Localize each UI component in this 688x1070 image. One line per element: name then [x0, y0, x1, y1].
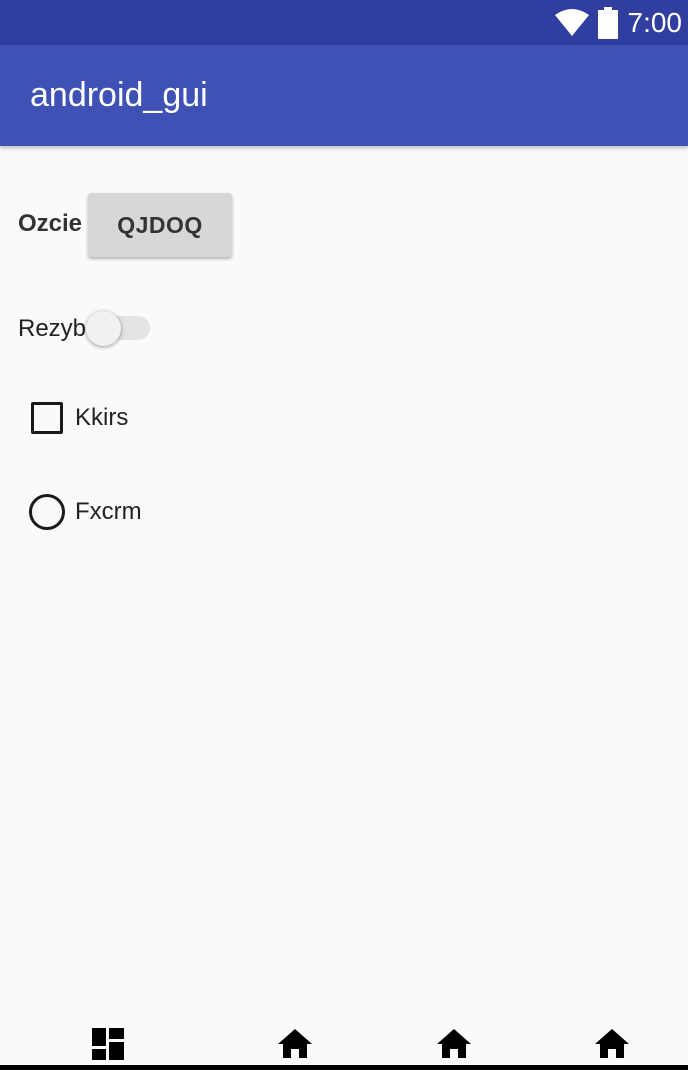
bottom-navigation — [0, 1010, 688, 1070]
ozcie-label: Ozcie — [18, 210, 83, 237]
status-icons: 7:00 — [554, 6, 683, 40]
fxcrm-radio[interactable] — [29, 494, 65, 530]
kkirs-checkbox[interactable] — [31, 402, 63, 434]
navigation-bar-divider — [0, 1065, 688, 1070]
qjdoq-button[interactable]: QJDOQ — [88, 193, 232, 257]
home-icon[interactable] — [594, 1028, 630, 1065]
fxcrm-label[interactable]: Fxcrm — [75, 497, 142, 527]
app-title: android_gui — [30, 76, 208, 114]
app-bar: android_gui — [0, 45, 688, 146]
home-icon[interactable] — [436, 1028, 472, 1065]
battery-icon — [597, 7, 618, 39]
rezyb-label: Rezyb — [18, 315, 87, 342]
wifi-icon — [554, 9, 589, 36]
dashboard-icon[interactable] — [92, 1028, 124, 1065]
home-icon[interactable] — [277, 1028, 313, 1065]
status-clock: 7:00 — [627, 7, 683, 38]
rezyb-switch-thumb[interactable] — [86, 311, 121, 346]
status-bar: 7:00 — [0, 0, 688, 45]
kkirs-label[interactable]: Kkirs — [75, 403, 128, 433]
